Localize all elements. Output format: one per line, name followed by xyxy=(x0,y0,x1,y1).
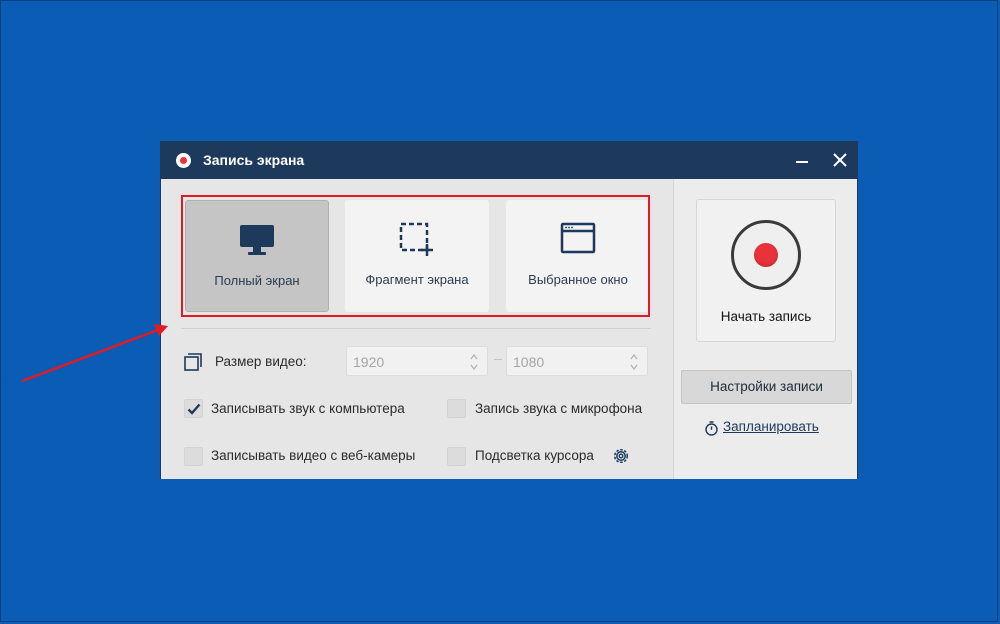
microphone-label: Запись звука с микрофона xyxy=(475,401,643,416)
schedule-label: Запланировать xyxy=(723,419,819,434)
cursor-highlight-label: Подсветка курсора xyxy=(475,448,594,463)
record-app-icon xyxy=(176,153,191,168)
system-audio-checkbox[interactable] xyxy=(184,399,203,418)
modes-highlight-annotation xyxy=(181,195,650,317)
start-recording-label: Начать запись xyxy=(720,309,812,324)
video-size-label: Размер видео: xyxy=(215,354,307,369)
screen-recorder-window: Запись экрана Полный экран Фрагмент экра… xyxy=(160,141,858,479)
webcam-checkbox[interactable] xyxy=(184,447,203,466)
height-input[interactable] xyxy=(511,352,615,372)
capture-options-panel: Полный экран Фрагмент экрана Выбранное о… xyxy=(161,179,673,479)
record-dot xyxy=(754,243,778,267)
actions-panel: Начать запись Настройки записи Запланиро… xyxy=(673,179,857,479)
record-icon xyxy=(731,220,801,290)
cursor-highlight-checkbox[interactable] xyxy=(447,447,466,466)
recording-settings-button[interactable]: Настройки записи xyxy=(681,370,852,404)
minimize-button[interactable] xyxy=(789,148,815,172)
width-stepper[interactable] xyxy=(346,346,488,376)
stepper-arrows-icon[interactable] xyxy=(629,352,639,372)
divider xyxy=(181,328,651,329)
microphone-checkbox[interactable] xyxy=(447,399,466,418)
stepper-arrows-icon[interactable] xyxy=(469,352,479,372)
video-size-icon xyxy=(184,353,202,371)
title-bar: Запись экрана xyxy=(161,142,857,179)
checkmark-icon xyxy=(187,403,201,415)
size-separator xyxy=(494,359,502,360)
start-recording-button[interactable]: Начать запись xyxy=(696,199,836,342)
gear-icon[interactable] xyxy=(612,447,630,465)
close-icon xyxy=(833,153,847,167)
window-title: Запись экрана xyxy=(203,152,305,168)
height-stepper[interactable] xyxy=(506,346,648,376)
close-button[interactable] xyxy=(827,148,853,172)
width-input[interactable] xyxy=(351,352,455,372)
webcam-label: Записывать видео с веб-камеры xyxy=(211,448,416,463)
system-audio-label: Записывать звук с компьютера xyxy=(211,401,405,416)
timer-icon xyxy=(705,421,718,436)
